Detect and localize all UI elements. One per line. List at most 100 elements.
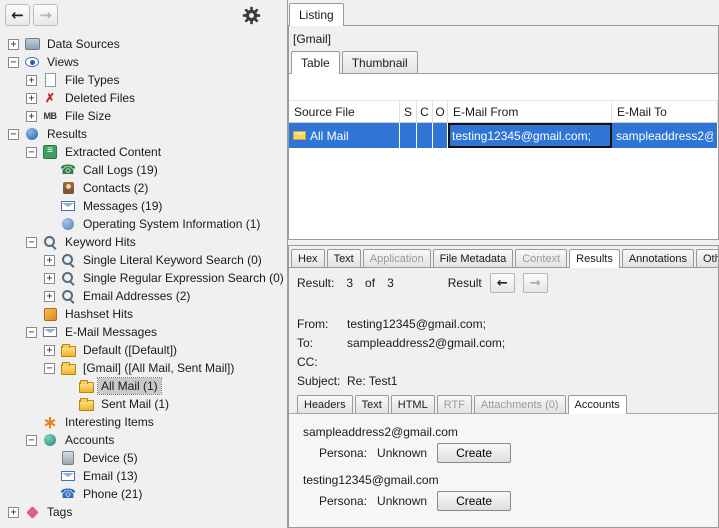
cc-label: CC: xyxy=(297,356,347,369)
keyword-search-icon xyxy=(60,252,76,268)
tree-item-gmail-all-mail-sent-mail[interactable]: −[Gmail] ([All Mail, Sent Mail]) xyxy=(0,359,287,377)
collapse-icon[interactable]: − xyxy=(26,237,37,248)
cell-c[interactable] xyxy=(417,123,433,148)
expand-icon[interactable]: + xyxy=(44,291,55,302)
os-info-icon xyxy=(60,216,76,232)
tree-item-views[interactable]: − Views xyxy=(0,53,287,71)
persona-value: Unknown xyxy=(377,494,427,508)
tree-item-phone-21[interactable]: Phone (21) xyxy=(0,485,287,503)
column-header-c[interactable]: C xyxy=(417,101,433,122)
expand-icon[interactable]: + xyxy=(8,39,19,50)
tab-accounts[interactable]: Accounts xyxy=(568,395,627,414)
tree-indent xyxy=(8,458,44,459)
to-label: To: xyxy=(297,337,347,350)
tree-item-label: Contacts (2) xyxy=(80,180,151,196)
tree-item-sent-mail-1[interactable]: Sent Mail (1) xyxy=(0,395,287,413)
column-header-e-mail-to[interactable]: E-Mail To xyxy=(612,101,718,122)
cell-email-from[interactable]: testing12345@gmail.com; xyxy=(448,123,612,148)
tree-item-email-addresses-2[interactable]: +Email Addresses (2) xyxy=(0,287,287,305)
column-header-o[interactable]: O xyxy=(433,101,448,122)
expand-icon[interactable]: + xyxy=(44,255,55,266)
tab-other-occurrences[interactable]: Other Occurrences xyxy=(696,249,719,267)
column-header-e-mail-from[interactable]: E-Mail From xyxy=(448,101,612,122)
previous-result-button[interactable]: ← xyxy=(490,273,515,293)
tree-item-keyword-hits[interactable]: −Keyword Hits xyxy=(0,233,287,251)
cell-o[interactable] xyxy=(433,123,448,148)
cell-email-to[interactable]: sampleaddress2@gmail.com; xyxy=(612,123,718,148)
tree-item-email-13[interactable]: Email (13) xyxy=(0,467,287,485)
tree-item-messages-19[interactable]: Messages (19) xyxy=(0,197,287,215)
email-messages-icon xyxy=(42,324,58,340)
tree-item-tags[interactable]: +Tags xyxy=(0,503,287,521)
tab-html[interactable]: HTML xyxy=(391,395,435,413)
tree-indent xyxy=(8,278,44,279)
expand-icon[interactable]: + xyxy=(44,345,55,356)
collapse-icon[interactable]: − xyxy=(8,129,19,140)
tree-item-contacts-2[interactable]: Contacts (2) xyxy=(0,179,287,197)
tree-item-label: Views xyxy=(44,54,82,70)
table-row[interactable]: All Mail testing12345@gmail.com;sampleadd… xyxy=(289,123,718,148)
tree-item-single-regular-expression-search-0[interactable]: +Single Regular Expression Search (0) xyxy=(0,269,287,287)
column-header-source-file[interactable]: Source File xyxy=(289,101,400,122)
tab-headers[interactable]: Headers xyxy=(297,395,353,413)
tab-results[interactable]: Results xyxy=(569,249,620,268)
tab-application[interactable]: Application xyxy=(363,249,431,267)
tab-text[interactable]: Text xyxy=(327,249,361,267)
tab-listing[interactable]: Listing xyxy=(289,3,344,26)
collapse-icon[interactable]: − xyxy=(26,435,37,446)
settings-gear-button[interactable] xyxy=(240,4,262,26)
tab-annotations[interactable]: Annotations xyxy=(622,249,694,267)
back-button[interactable]: ← xyxy=(5,4,30,26)
tab-table[interactable]: Table xyxy=(291,51,340,74)
tree-indent xyxy=(8,152,26,153)
cell-source-file[interactable]: All Mail xyxy=(289,123,400,148)
tree-item-accounts[interactable]: −Accounts xyxy=(0,431,287,449)
message-preview: From: testing12345@gmail.com; To: sample… xyxy=(289,298,718,395)
extracted-content-icon xyxy=(42,144,58,160)
tab-hex[interactable]: Hex xyxy=(291,249,325,267)
forward-button[interactable]: → xyxy=(33,4,58,26)
tree-indent xyxy=(8,116,26,117)
create-persona-button[interactable]: Create xyxy=(437,443,511,463)
collapse-icon[interactable]: − xyxy=(44,363,55,374)
collapse-icon[interactable]: − xyxy=(8,57,19,68)
collapse-icon[interactable]: − xyxy=(26,147,37,158)
tree-item-default-default[interactable]: +Default ([Default]) xyxy=(0,341,287,359)
tree-item-file-types[interactable]: +File Types xyxy=(0,71,287,89)
tree-item-label: Call Logs (19) xyxy=(80,162,161,178)
tab-file-metadata[interactable]: File Metadata xyxy=(433,249,514,267)
column-header-s[interactable]: S xyxy=(400,101,417,122)
tree-item-file-size[interactable]: +File Size xyxy=(0,107,287,125)
tree-item-results[interactable]: −Results xyxy=(0,125,287,143)
tab-rtf[interactable]: RTF xyxy=(437,395,472,413)
tab-thumbnail[interactable]: Thumbnail xyxy=(342,51,418,73)
cell-s[interactable] xyxy=(400,123,417,148)
tree-item-deleted-files[interactable]: +Deleted Files xyxy=(0,89,287,107)
tree-item-extracted-content[interactable]: −Extracted Content xyxy=(0,143,287,161)
tree-item-device-5[interactable]: Device (5) xyxy=(0,449,287,467)
result-of-label: of xyxy=(365,276,375,290)
tree-item-all-mail-1[interactable]: All Mail (1) xyxy=(0,377,287,395)
tab-attachments-0[interactable]: Attachments (0) xyxy=(474,395,566,413)
create-persona-button[interactable]: Create xyxy=(437,491,511,511)
tree-item-hashset-hits[interactable]: Hashset Hits xyxy=(0,305,287,323)
tree-item-operating-system-information-1[interactable]: Operating System Information (1) xyxy=(0,215,287,233)
message-viewer-tabs: HeadersTextHTMLRTFAttachments (0)Account… xyxy=(289,395,718,413)
account-email: sampleaddress2@gmail.com xyxy=(303,425,718,439)
expand-icon[interactable]: + xyxy=(8,507,19,518)
gear-icon xyxy=(242,6,261,25)
tree-item-e-mail-messages[interactable]: −E-Mail Messages xyxy=(0,323,287,341)
expand-icon[interactable]: + xyxy=(26,93,37,104)
tree-item-single-literal-keyword-search-0[interactable]: +Single Literal Keyword Search (0) xyxy=(0,251,287,269)
tree-item-data-sources[interactable]: +Data Sources xyxy=(0,35,287,53)
next-result-button[interactable]: → xyxy=(523,273,548,293)
expand-icon[interactable]: + xyxy=(26,111,37,122)
tab-text[interactable]: Text xyxy=(355,395,389,413)
expand-icon[interactable]: + xyxy=(44,273,55,284)
tree-item-call-logs-19[interactable]: Call Logs (19) xyxy=(0,161,287,179)
tab-context[interactable]: Context xyxy=(515,249,567,267)
expand-icon[interactable]: + xyxy=(26,75,37,86)
tree-indent xyxy=(8,476,44,477)
collapse-icon[interactable]: − xyxy=(26,327,37,338)
tree-item-interesting-items[interactable]: Interesting Items xyxy=(0,413,287,431)
